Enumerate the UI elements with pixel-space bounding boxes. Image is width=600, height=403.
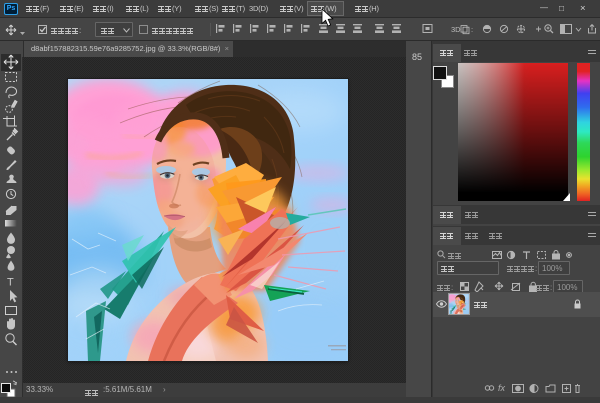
svg-text:fx: fx bbox=[498, 383, 506, 393]
svg-text:T: T bbox=[7, 277, 14, 289]
svg-text::: : bbox=[471, 25, 473, 34]
svg-text:3D: 3D bbox=[451, 25, 461, 34]
